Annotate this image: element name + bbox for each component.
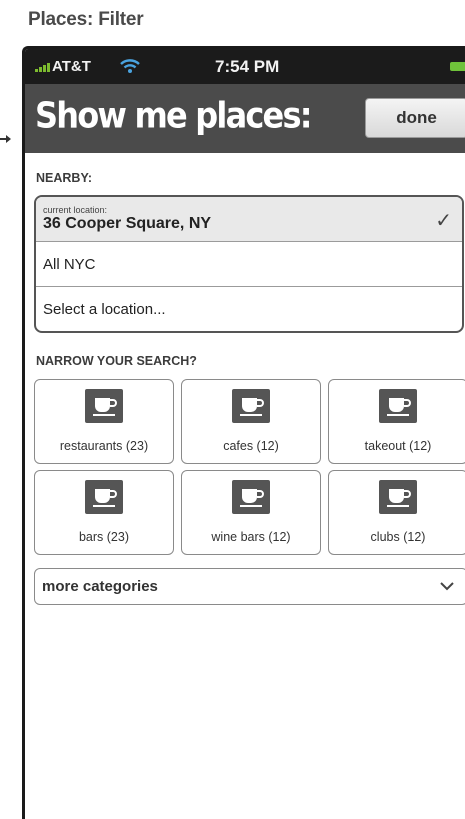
coffee-cup-icon [379, 389, 417, 423]
coffee-cup-icon [232, 480, 270, 514]
category-label: restaurants (23) [59, 439, 149, 453]
category-restaurants[interactable]: restaurants (23) [34, 379, 174, 464]
signal-strength-icon [35, 63, 50, 72]
category-label: takeout (12) [364, 439, 432, 453]
category-label: wine bars (12) [211, 530, 291, 544]
more-categories-label: more categories [42, 578, 158, 595]
coffee-cup-icon [85, 389, 123, 423]
current-location-value: 36 Cooper Square, NY [43, 215, 212, 232]
current-location-caption: current location: [43, 205, 108, 215]
category-label: clubs (12) [370, 530, 426, 544]
coffee-cup-icon [232, 389, 270, 423]
category-bars[interactable]: bars (23) [34, 470, 174, 555]
category-wine-bars[interactable]: wine bars (12) [181, 470, 321, 555]
done-button[interactable]: done [365, 98, 465, 138]
phone-screen: AT&T 7:54 PM Show me places: done NEARBY… [22, 46, 465, 819]
category-label: bars (23) [78, 530, 130, 544]
narrow-section-label: NARROW YOUR SEARCH? [36, 354, 197, 368]
category-clubs[interactable]: clubs (12) [328, 470, 465, 555]
status-bar: AT&T 7:54 PM [25, 49, 465, 84]
location-option-current[interactable]: current location: 36 Cooper Square, NY ✓ [36, 197, 462, 242]
category-label: cafes (12) [223, 439, 279, 453]
coffee-cup-icon [85, 480, 123, 514]
category-takeout[interactable]: takeout (12) [328, 379, 465, 464]
location-option-select[interactable]: Select a location... [36, 287, 462, 331]
nearby-section-label: NEARBY: [36, 171, 93, 185]
coffee-cup-icon [379, 480, 417, 514]
category-cafes[interactable]: cafes (12) [181, 379, 321, 464]
chevron-down-icon [440, 582, 454, 591]
checkmark-icon: ✓ [435, 210, 452, 232]
wifi-icon [120, 59, 140, 73]
battery-icon [450, 62, 465, 71]
status-time: 7:54 PM [215, 57, 280, 76]
location-option-all-nyc[interactable]: All NYC [36, 242, 462, 287]
annotation-arrow [0, 135, 11, 143]
navigation-bar: Show me places: done [25, 84, 465, 153]
nav-title: Show me places: [35, 94, 313, 137]
carrier-name: AT&T [52, 58, 91, 75]
page-title: Places: Filter [28, 9, 144, 30]
location-list: current location: 36 Cooper Square, NY ✓… [34, 195, 464, 333]
category-grid: restaurants (23) cafes (12) takeout (12)… [34, 379, 465, 555]
more-categories-dropdown[interactable]: more categories [34, 568, 465, 605]
